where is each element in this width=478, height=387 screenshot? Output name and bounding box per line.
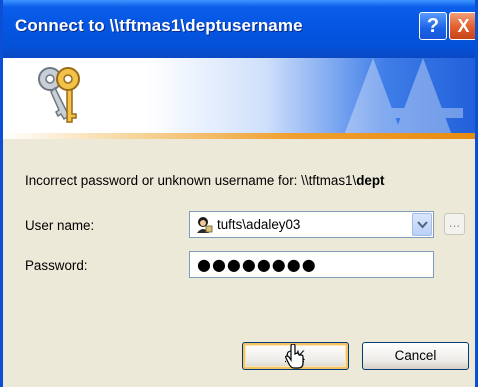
banner-accent-strip bbox=[3, 133, 475, 139]
title-bar[interactable]: Connect to \\tftmas1\deptusername ? X bbox=[3, 0, 475, 58]
window-title: Connect to \\tftmas1\deptusername bbox=[15, 16, 303, 35]
keys-icon bbox=[38, 67, 80, 123]
error-message-path: dept bbox=[356, 173, 385, 188]
connect-dialog: Connect to \\tftmas1\deptusername ? X In… bbox=[0, 0, 478, 387]
help-button[interactable]: ? bbox=[419, 12, 447, 40]
username-label: User name: bbox=[25, 218, 95, 233]
browse-users-button[interactable]: ... bbox=[444, 213, 465, 235]
error-message-text: Incorrect password or unknown username f… bbox=[25, 173, 357, 188]
username-combobox[interactable]: tufts\adaley03 bbox=[189, 211, 434, 238]
cancel-button[interactable]: Cancel bbox=[362, 342, 469, 370]
close-button[interactable]: X bbox=[449, 12, 475, 40]
username-dropdown-button[interactable] bbox=[412, 213, 432, 236]
password-label: Password: bbox=[25, 258, 88, 273]
mouse-cursor-icon bbox=[285, 344, 304, 369]
error-message: Incorrect password or unknown username f… bbox=[25, 173, 384, 188]
password-masked-value: ●●●●●●●● bbox=[197, 255, 317, 274]
user-icon bbox=[197, 217, 213, 233]
chevron-down-icon bbox=[417, 221, 428, 229]
dialog-banner bbox=[3, 58, 475, 133]
username-value: tufts\adaley03 bbox=[217, 217, 301, 232]
banner-watermark bbox=[344, 58, 463, 133]
password-field[interactable]: ●●●●●●●● bbox=[189, 251, 434, 278]
